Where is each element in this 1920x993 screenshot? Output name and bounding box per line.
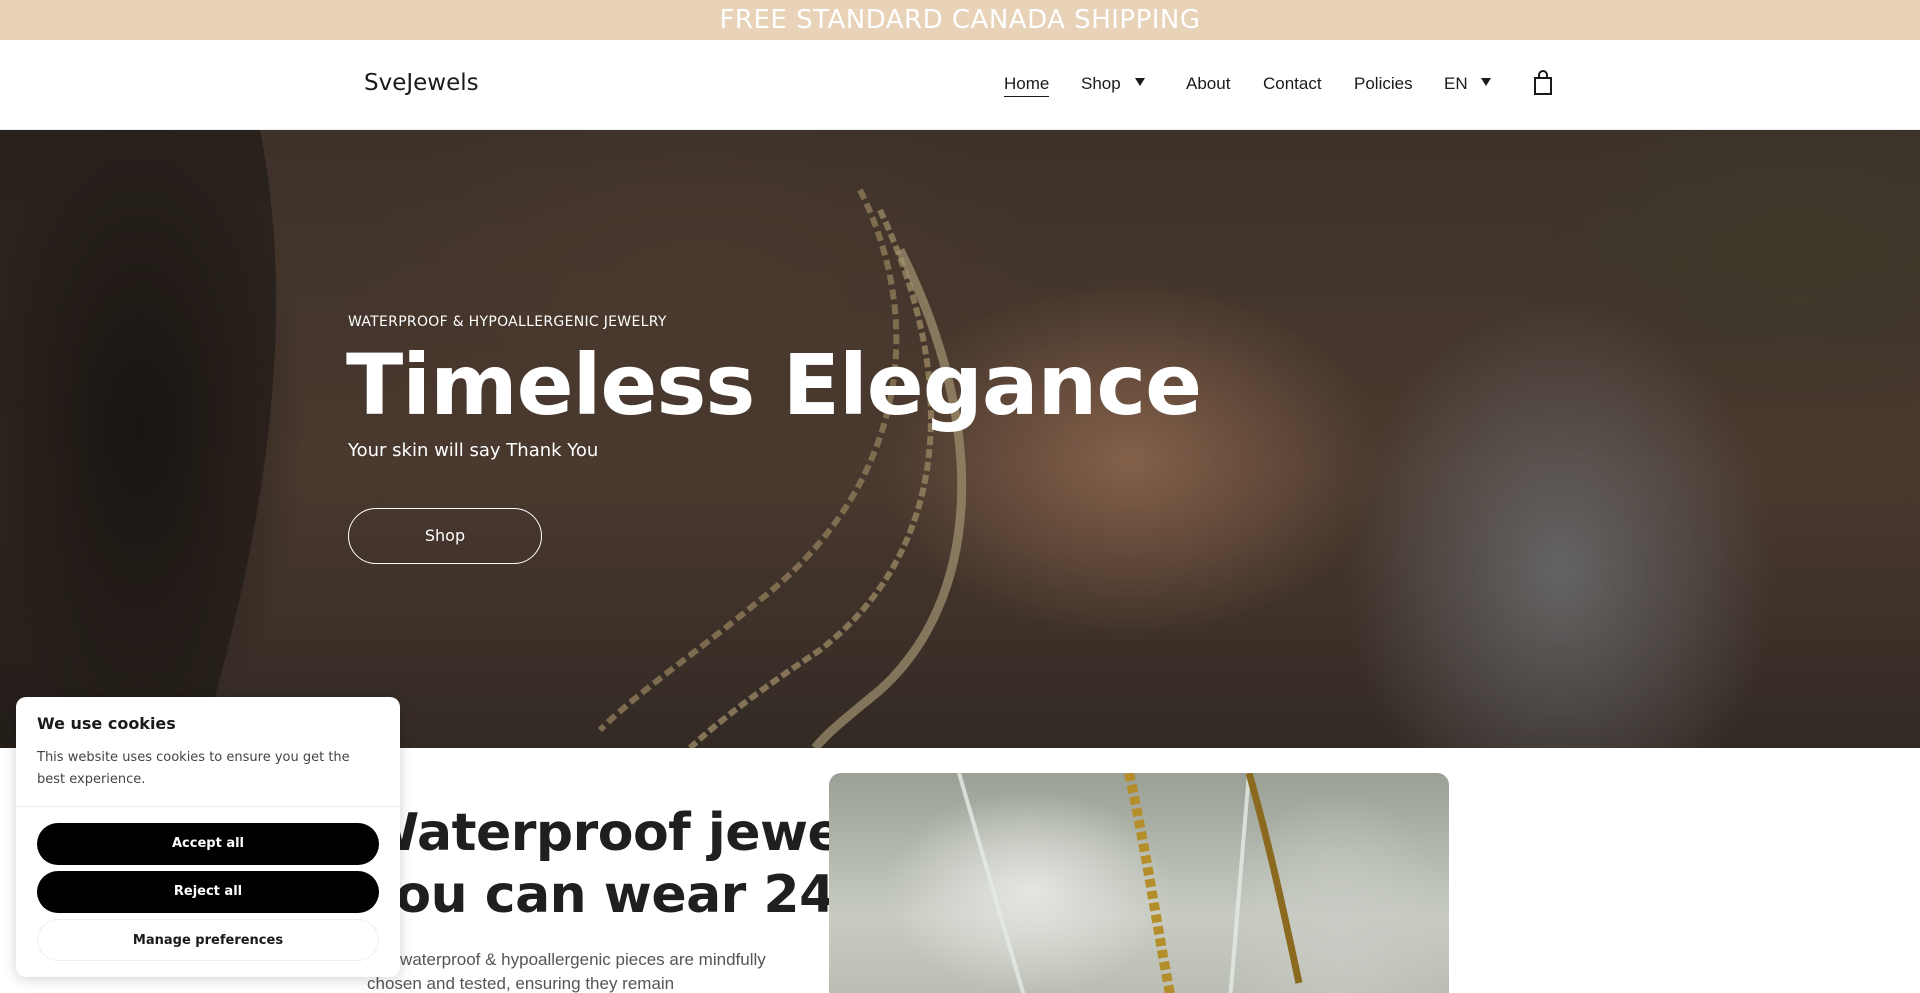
hero-shop-button[interactable]: Shop xyxy=(348,508,542,564)
nav-home[interactable]: Home xyxy=(1004,74,1050,97)
site-header: SveJewels Home Shop About Contact Polici… xyxy=(0,40,1920,130)
nav-contact[interactable]: Contact xyxy=(1263,74,1322,94)
shop-chevron-down-icon[interactable] xyxy=(1135,78,1145,86)
hero-banner: WATERPROOF & HYPOALLERGENIC JEWELRY Time… xyxy=(0,130,1920,748)
hero-subtitle: Your skin will say Thank You xyxy=(348,440,599,461)
cookie-title: We use cookies xyxy=(37,714,176,733)
language-chevron-down-icon[interactable] xyxy=(1481,78,1491,86)
cookie-text: This website uses cookies to ensure you … xyxy=(37,750,350,787)
hero-eyebrow: WATERPROOF & HYPOALLERGENIC JEWELRY xyxy=(348,314,667,330)
cookie-consent-dialog: We use cookies This website uses cookies… xyxy=(16,697,400,977)
jewelry-in-glass-image xyxy=(957,773,1303,993)
feature-text: Our waterproof & hypoallergenic pieces a… xyxy=(367,950,766,993)
language-selector[interactable]: EN xyxy=(1444,74,1468,94)
accept-all-button[interactable]: Accept all xyxy=(37,823,379,865)
site-logo[interactable]: SveJewels xyxy=(364,70,479,96)
hero-overlay xyxy=(0,130,1920,748)
nav-about[interactable]: About xyxy=(1186,74,1230,94)
reject-all-button[interactable]: Reject all xyxy=(37,871,379,913)
announcement-bar: FREE STANDARD CANADA SHIPPING xyxy=(0,0,1920,40)
feature-image xyxy=(829,773,1449,993)
manage-preferences-button[interactable]: Manage preferences xyxy=(37,919,379,961)
hero-title: Timeless Elegance xyxy=(346,336,1202,434)
cookie-divider xyxy=(16,806,400,807)
shopping-bag-icon[interactable] xyxy=(1532,70,1554,96)
nav-policies[interactable]: Policies xyxy=(1354,74,1413,94)
nav-shop[interactable]: Shop xyxy=(1081,74,1121,94)
